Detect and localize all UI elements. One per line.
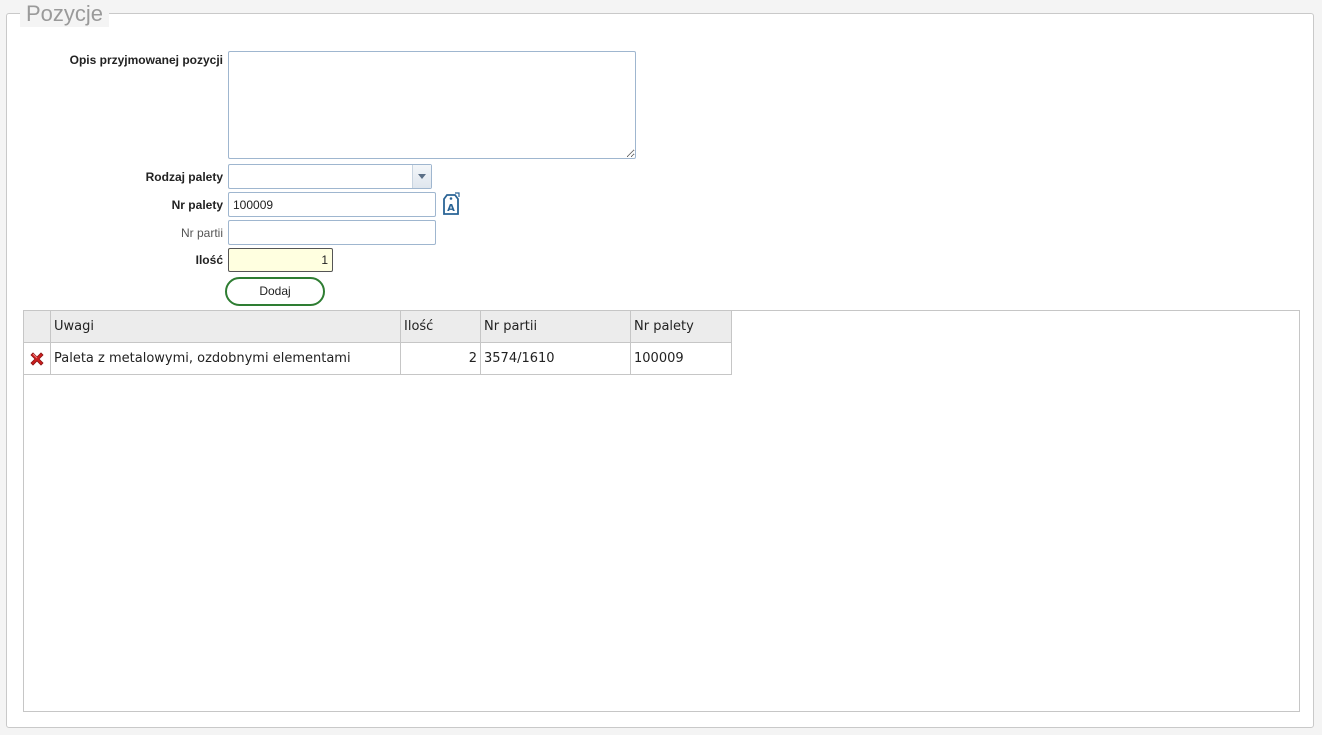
batch-number-input[interactable] bbox=[228, 220, 436, 245]
batch-number-label: Nr partii bbox=[180, 226, 223, 240]
items-table: Uwagi Ilość Nr partii Nr palety Paleta z… bbox=[23, 310, 732, 375]
pallet-tag-icon[interactable]: A bbox=[441, 192, 461, 216]
pallet-type-dropdown-button[interactable] bbox=[412, 165, 431, 188]
pallet-type-label: Rodzaj palety bbox=[145, 170, 223, 184]
chevron-down-icon bbox=[418, 174, 426, 179]
quantity-input[interactable] bbox=[228, 248, 333, 272]
table-header-row: Uwagi Ilość Nr partii Nr palety bbox=[23, 310, 732, 343]
description-label: Opis przyjmowanej pozycji bbox=[69, 53, 223, 67]
column-header-uwagi[interactable]: Uwagi bbox=[50, 310, 401, 343]
column-header-ilosc[interactable]: Ilość bbox=[400, 310, 481, 343]
column-header-nr-partii[interactable]: Nr partii bbox=[480, 310, 631, 343]
pallet-type-combo[interactable] bbox=[228, 164, 432, 189]
svg-text:A: A bbox=[447, 203, 455, 214]
add-button[interactable]: Dodaj bbox=[225, 277, 325, 306]
delete-cell bbox=[23, 342, 51, 375]
column-header-actions bbox=[23, 310, 51, 343]
quantity-label: Ilość bbox=[195, 253, 223, 267]
description-textarea[interactable] bbox=[228, 51, 636, 159]
column-header-nr-palety[interactable]: Nr palety bbox=[630, 310, 732, 343]
cell-nr-partii: 3574/1610 bbox=[480, 342, 631, 375]
cell-nr-palety: 100009 bbox=[630, 342, 732, 375]
table-row: Paleta z metalowymi, ozdobnymi elementam… bbox=[23, 342, 732, 375]
pallet-number-input[interactable] bbox=[228, 192, 436, 217]
cell-ilosc: 2 bbox=[400, 342, 481, 375]
items-grid: Uwagi Ilość Nr partii Nr palety Paleta z… bbox=[23, 310, 1300, 712]
cell-uwagi: Paleta z metalowymi, ozdobnymi elementam… bbox=[50, 342, 401, 375]
delete-x-icon[interactable] bbox=[28, 350, 46, 368]
section-title: Pozycje bbox=[20, 1, 110, 27]
pallet-number-label: Nr palety bbox=[171, 198, 223, 212]
